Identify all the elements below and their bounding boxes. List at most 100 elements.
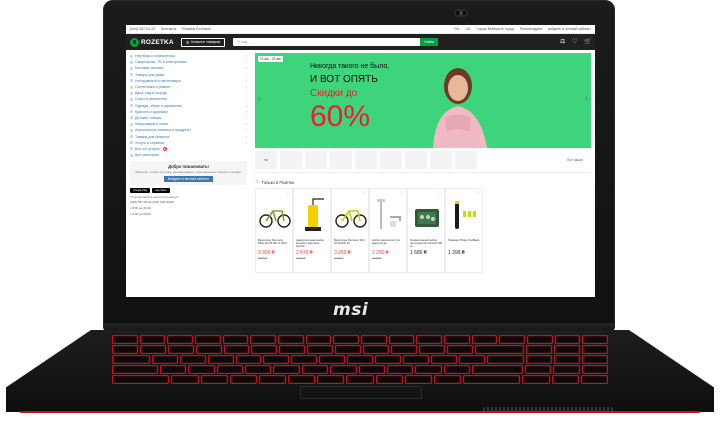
catalog-label: Каталог товаров [191, 40, 221, 44]
thumb-label: 50 [264, 158, 268, 162]
product-card[interactable]: ♡ Триммер Philips OneBlade 1 399 ₴ [445, 188, 483, 273]
chevron-right-icon[interactable]: › [585, 93, 588, 103]
laptop-hinge [103, 323, 615, 331]
category-icon [130, 153, 133, 157]
contacts-link[interactable]: Контакты [161, 27, 176, 31]
chevron-right-icon: › [245, 85, 247, 90]
sidebar-item-label: Одежда, обувь и украшения [135, 103, 183, 108]
lang-ua[interactable]: UA [465, 27, 470, 31]
category-icon [130, 128, 133, 132]
bicycle-image [335, 210, 367, 228]
category-icon [130, 54, 133, 58]
region-link[interactable]: Рекомендуем [520, 27, 542, 31]
product-price: 1 399 ₴ [448, 250, 465, 256]
pressure-washer-image [305, 198, 324, 231]
promo-line-1: Никогда такого не было, [310, 63, 390, 70]
menu-icon: ☰ [185, 40, 190, 45]
category-icon [130, 73, 133, 77]
city-selector[interactable]: Город: Выберите город [476, 27, 514, 31]
promo-line-3: Скидки до [310, 88, 358, 99]
promo-thumb[interactable] [305, 151, 327, 169]
product-card[interactable]: ♡ Набор смесителей для ванны Q-tap 2 250… [369, 188, 407, 273]
app-store-button[interactable]: App Store [152, 188, 170, 194]
webcam [454, 9, 468, 17]
chevron-right-icon: › [245, 128, 247, 133]
chevron-right-icon: › [245, 66, 247, 71]
phone-number[interactable]: (044) 537-02-22 [130, 27, 155, 31]
keyboard [112, 335, 609, 384]
header-actions: ⚖ ♡ 🛒 [560, 39, 591, 45]
heart-icon[interactable]: ♡ [400, 191, 404, 197]
promo-thumb[interactable] [330, 151, 352, 169]
product-old-price: 2 999 ₴ [372, 256, 382, 260]
sidebar-item-label: Смартфоны, ТВ и электроника [135, 60, 187, 65]
promo-thumb[interactable] [430, 151, 452, 169]
sidebar-item-label: Красота и здоровье [135, 109, 168, 114]
account-link[interactable]: войдите в личный кабинет [548, 27, 591, 31]
star-icon: ☆ [255, 179, 260, 185]
sidebar-item[interactable]: Все категории [130, 152, 251, 158]
exclusive-link[interactable]: Rozetka Exclusive [182, 27, 211, 31]
heart-icon[interactable]: ♡ [476, 191, 480, 197]
heart-icon[interactable]: ♡ [324, 191, 328, 197]
welcome-box: Добро пожаловать! Войдите, чтобы получат… [130, 161, 247, 186]
heart-icon[interactable]: ♡ [438, 191, 442, 197]
promo-thumb[interactable] [380, 151, 402, 169]
search-input[interactable]: Я ищу... [233, 40, 250, 44]
heart-icon[interactable]: ♡ [286, 191, 290, 197]
promo-thumb[interactable]: 50 [255, 151, 277, 169]
compare-icon[interactable]: ⚖ [560, 39, 567, 45]
promo-banner[interactable]: 22 авг - 29 авг ‹ Никогда такого не было… [255, 53, 591, 148]
promo-thumb[interactable] [280, 151, 302, 169]
all-promos-link[interactable]: Все акции [567, 158, 583, 162]
product-name: Аккумуляторная мойка высокого давления K… [296, 239, 324, 249]
tool-set-image [415, 209, 439, 227]
logo-text: ROZETKA [141, 38, 174, 46]
promo-thumb[interactable] [355, 151, 377, 169]
category-icon [130, 104, 133, 108]
lang-ru[interactable]: RU [454, 27, 459, 31]
product-card[interactable]: ♡ Велосипед Discovery Rider AM 26 DD 17 … [255, 188, 293, 273]
chevron-right-icon: › [245, 91, 247, 96]
product-card[interactable]: ♡ Аккумуляторная мойка высокого давления… [293, 188, 331, 273]
chevron-right-icon: › [245, 109, 247, 114]
category-icon [130, 147, 133, 151]
chevron-right-icon: › [245, 134, 247, 139]
section-title: Только в Розетке [261, 179, 295, 185]
search-bar: Я ищу... Найти [233, 38, 439, 46]
promo-woman-image [433, 68, 487, 148]
promo-thumb[interactable] [455, 151, 477, 169]
catalog-button[interactable]: ☰ Каталог товаров [180, 37, 226, 47]
promo-thumb[interactable] [405, 151, 427, 169]
product-card[interactable]: ♡ Велосипед Discovery Flint 26 AM DD 19 … [331, 188, 369, 273]
chevron-right-icon: › [245, 54, 247, 59]
touchpad [300, 386, 422, 399]
sidebar-item-label: Спорт и увлечения [135, 97, 167, 102]
welcome-subtitle: Войдите, чтобы получать рекомендации, пе… [135, 170, 242, 175]
chevron-right-icon: › [245, 103, 247, 108]
sidebar-item-label: Услуги и сервисы [135, 140, 165, 145]
cart-icon[interactable]: 🛒 [584, 39, 591, 45]
sidebar-item-label: Все категории [135, 153, 159, 158]
favorites-icon[interactable]: ♡ [572, 39, 579, 45]
bicycle-image [259, 210, 291, 228]
product-card[interactable]: ♡ Универсальный набор инструментов Inter… [407, 188, 445, 273]
sidebar-item-label: Товары для дома [135, 72, 165, 77]
accent-stripe [20, 411, 700, 413]
new-badge: ● [162, 146, 167, 151]
category-icon [130, 66, 133, 70]
top-info-bar: (044) 537-02-22 Контакты Rozetka Exclusi… [126, 25, 595, 34]
sidebar-item-label: Все что угодно [135, 146, 160, 151]
category-sidebar: Ноутбуки и компьютеры › Смартфоны, ТВ и э… [126, 50, 251, 273]
category-icon [130, 135, 133, 139]
product-name: Триммер Philips OneBlade [448, 239, 480, 242]
search-button[interactable]: Найти [420, 38, 439, 46]
rozetka-logo[interactable]: ROZETKA [130, 37, 174, 47]
chevron-right-icon: › [245, 72, 247, 77]
chevron-left-icon[interactable]: ‹ [258, 93, 261, 103]
category-icon [130, 110, 133, 114]
google-play-button[interactable]: Google Play [130, 188, 151, 194]
heart-icon[interactable]: ♡ [362, 191, 366, 197]
login-button[interactable]: Войдите в личный кабинет [163, 176, 214, 183]
chevron-right-icon: › [245, 78, 247, 83]
